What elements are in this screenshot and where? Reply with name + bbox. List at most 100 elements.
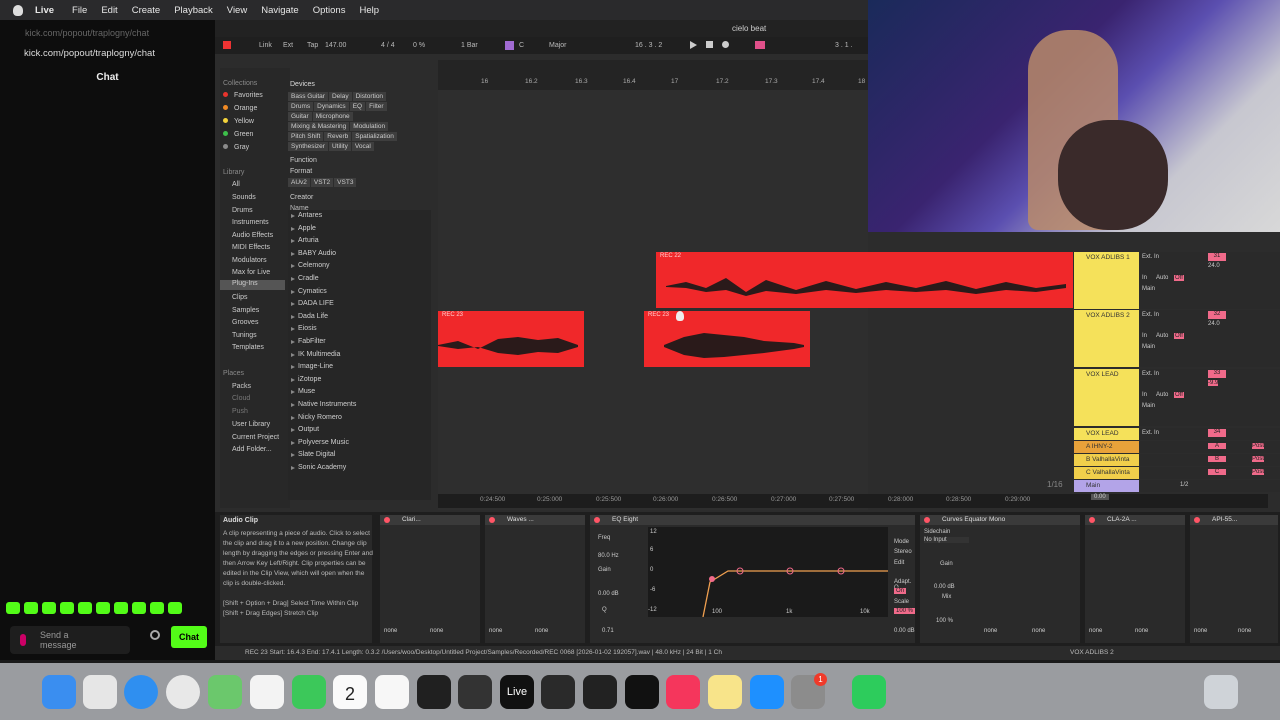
post-toggle[interactable]: Post (1252, 443, 1265, 449)
tag-synthesizer[interactable]: Synthesizer (288, 142, 328, 151)
app-store-icon[interactable] (750, 675, 784, 709)
library-templates[interactable]: Templates (232, 344, 264, 351)
key-select[interactable]: C (519, 42, 524, 49)
emote-icon[interactable] (150, 602, 164, 614)
list-item[interactable]: IK Multimedia (288, 349, 431, 362)
launchpad-icon[interactable] (83, 675, 117, 709)
monitor-auto[interactable]: Auto (1156, 392, 1168, 398)
output-gain[interactable]: 0.00 dB (894, 628, 915, 634)
power-icon[interactable] (1089, 517, 1095, 523)
whatsapp-icon[interactable] (852, 675, 886, 709)
list-item[interactable]: Sonic Academy (288, 462, 431, 475)
main-track[interactable]: Main 1/2 (1074, 480, 1280, 492)
power-icon[interactable] (1194, 517, 1200, 523)
audio-clip[interactable]: REC 23 (438, 311, 584, 367)
list-item[interactable]: BABY Audio (288, 248, 431, 261)
device-plugin[interactable]: Clari... none none (380, 515, 480, 643)
chat-message-input[interactable]: Send a message (10, 626, 130, 654)
time-ruler[interactable]: 0:24:500 0:25:000 0:25:500 0:26:000 0:26… (438, 494, 1268, 508)
sidechain-none[interactable]: none (1194, 628, 1207, 634)
main-track-name[interactable]: Main (1074, 480, 1139, 492)
link-button[interactable]: Link (259, 42, 272, 49)
list-item[interactable]: Nicky Romero (288, 412, 431, 425)
play-icon[interactable] (690, 41, 697, 49)
input-select[interactable]: Ext. In (1142, 371, 1159, 377)
emote-icon[interactable] (6, 602, 20, 614)
photos-icon[interactable] (250, 675, 284, 709)
device-header[interactable]: Clari... (380, 515, 480, 525)
facetime-icon[interactable] (292, 675, 326, 709)
menu-help[interactable]: Help (359, 5, 393, 16)
list-item[interactable]: Cymatics (288, 286, 431, 299)
tag-auv2[interactable]: AUv2 (288, 178, 310, 187)
song-position[interactable]: 16 . 3 . 2 (635, 42, 662, 49)
sidechain-none[interactable]: none (384, 628, 397, 634)
list-item[interactable]: Celemony (288, 260, 431, 273)
monitor-in[interactable]: In (1142, 392, 1147, 398)
list-item[interactable]: iZotope (288, 374, 431, 387)
safari-icon[interactable] (124, 675, 158, 709)
monitor-off[interactable]: Off (1174, 333, 1184, 339)
volume-field[interactable]: 24.0 (1208, 321, 1220, 327)
menu-playback[interactable]: Playback (174, 5, 227, 16)
quantize-select[interactable]: 1 Bar (461, 42, 478, 49)
list-item[interactable]: Native Instruments (288, 399, 431, 412)
track-name[interactable]: VOX LEAD (1074, 369, 1139, 426)
tag-spatialization[interactable]: Spatialization (352, 132, 397, 141)
list-item[interactable]: Output (288, 424, 431, 437)
record-icon[interactable] (722, 41, 729, 48)
emote-icon[interactable] (78, 602, 92, 614)
q-value[interactable]: 0.71 (602, 628, 614, 634)
menu-app[interactable]: Live (35, 5, 72, 16)
device-header[interactable]: CLA-2A ... (1085, 515, 1185, 525)
finder-icon[interactable] (42, 675, 76, 709)
tag-filter[interactable]: Filter (366, 102, 387, 111)
input-select[interactable]: Ext. In (1142, 430, 1159, 436)
emote-icon[interactable] (96, 602, 110, 614)
gear-icon[interactable] (150, 630, 160, 640)
grid-indicator[interactable]: 1/16 (1047, 480, 1063, 489)
tag-guitar[interactable]: Guitar (288, 112, 312, 121)
list-item[interactable]: Arturia (288, 235, 431, 248)
music-icon[interactable] (666, 675, 700, 709)
menu-navigate[interactable]: Navigate (261, 5, 313, 16)
list-item[interactable]: Dada Life (288, 311, 431, 324)
return-track[interactable]: C ValhallaVinta C Post (1074, 467, 1280, 479)
edit-button[interactable]: Edit (894, 560, 904, 566)
collection-green[interactable]: Green (220, 131, 253, 138)
places-user-library[interactable]: User Library (232, 421, 270, 428)
emote-icon[interactable] (60, 602, 74, 614)
output-select[interactable]: Main (1142, 286, 1155, 292)
adaptive-q-toggle[interactable]: On (894, 588, 907, 594)
list-item[interactable]: Slate Digital (288, 449, 431, 462)
main-ratio[interactable]: 1/2 (1180, 482, 1188, 488)
sidechain-none[interactable]: none (489, 628, 502, 634)
volume-field[interactable]: -9.9 (1208, 380, 1219, 386)
stop-icon[interactable] (706, 41, 713, 48)
library-all[interactable]: All (232, 181, 240, 188)
menu-create[interactable]: Create (132, 5, 175, 16)
tempo-field[interactable]: 147.00 (325, 42, 346, 49)
sidechain-none[interactable]: none (1238, 628, 1251, 634)
library-audio-effects[interactable]: Audio Effects (232, 232, 273, 239)
sidechain-none[interactable]: none (1032, 628, 1045, 634)
places-push[interactable]: Push (232, 408, 248, 415)
notes-icon[interactable] (708, 675, 742, 709)
tag-vst2[interactable]: VST2 (310, 178, 334, 187)
tag-modulation[interactable]: Modulation (350, 122, 389, 131)
track-header[interactable]: VOX ADLIBS 1 Ext. In 31 24.0 In Auto Off… (1074, 252, 1280, 309)
places-cloud[interactable]: Cloud (232, 395, 250, 402)
library-samples[interactable]: Samples (232, 307, 259, 314)
sidechain-none[interactable]: none (535, 628, 548, 634)
tag-microphone[interactable]: Microphone (312, 112, 353, 121)
list-item[interactable]: Polyverse Music (288, 437, 431, 450)
live-icon[interactable]: Live (500, 675, 534, 709)
library-drums[interactable]: Drums (232, 207, 253, 214)
volume-field[interactable]: 24.0 (1208, 263, 1220, 269)
collection-gray[interactable]: Gray (220, 144, 249, 151)
browser-url[interactable]: kick.com/popout/traplogny/chat (24, 48, 155, 59)
monitor-off[interactable]: Off (1174, 392, 1184, 398)
ext-button[interactable]: Ext (283, 42, 293, 49)
freq-value[interactable]: 80.0 Hz (598, 553, 619, 559)
main-volume[interactable]: 0.00 (1091, 494, 1109, 500)
